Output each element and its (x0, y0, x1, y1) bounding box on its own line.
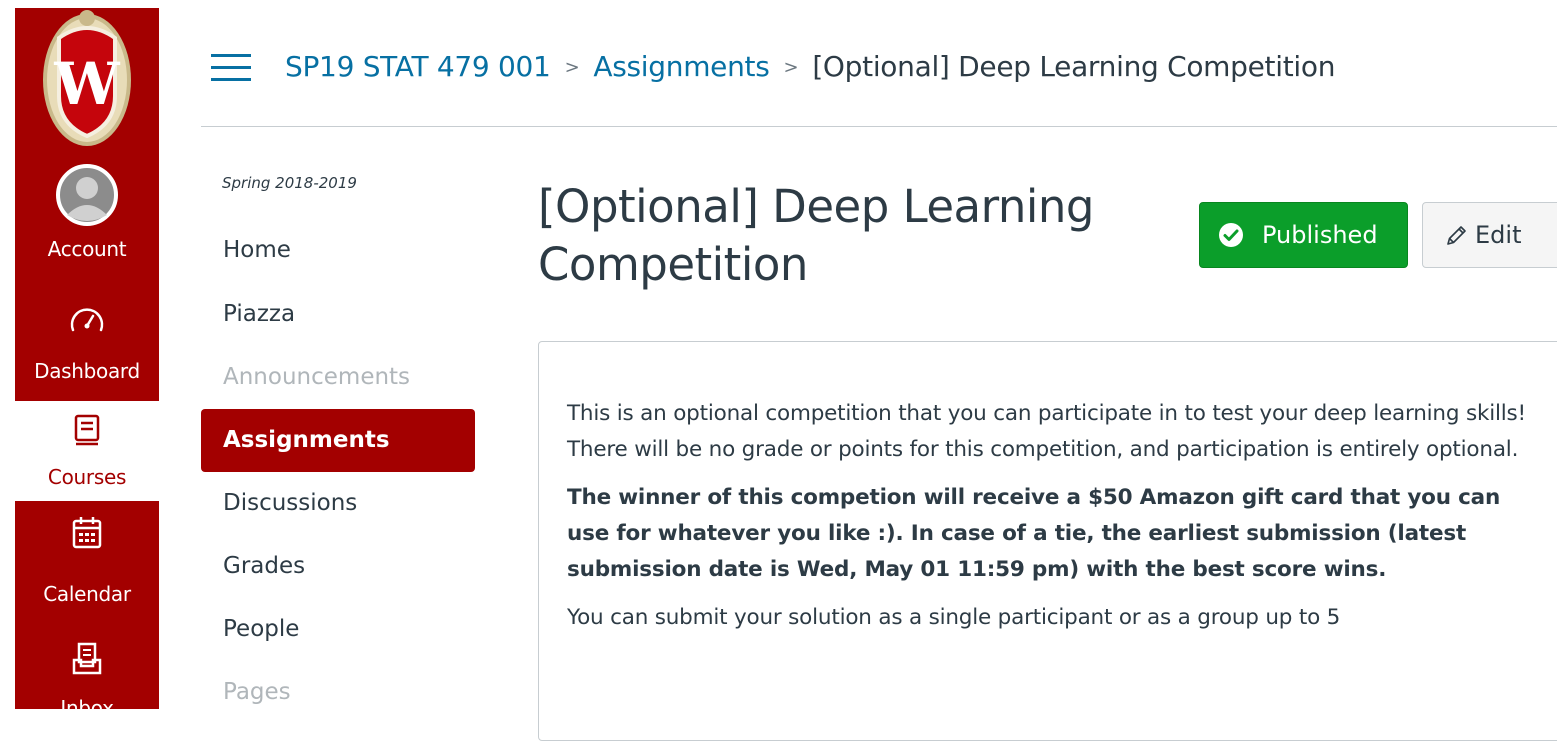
published-label: Published (1262, 221, 1378, 249)
global-nav-courses-label: Courses (47, 465, 127, 489)
university-logo[interactable]: W (39, 8, 135, 148)
global-nav-courses[interactable]: Courses (15, 408, 159, 498)
global-nav-inbox-label: Inbox (60, 696, 114, 720)
book-icon (74, 414, 100, 446)
hamburger-icon (211, 54, 251, 81)
breadcrumb-assignments-link[interactable]: Assignments (593, 50, 769, 83)
description-paragraph: This is an optional competition that you… (567, 401, 1526, 462)
global-nav-dashboard-label: Dashboard (34, 359, 140, 383)
course-nav-pages[interactable]: Pages (201, 661, 475, 724)
inbox-icon (72, 642, 102, 675)
global-nav-inbox[interactable]: Inbox (15, 618, 159, 720)
user-avatar-icon (56, 164, 118, 226)
global-nav: W Account Dashboard Courses Calendar Inb… (15, 8, 159, 720)
breadcrumb-course-link[interactable]: SP19 STAT 479 001 (285, 50, 551, 83)
global-nav-account[interactable]: Account (15, 163, 159, 273)
course-nav-grades[interactable]: Grades (201, 535, 475, 598)
global-nav-calendar[interactable]: Calendar (15, 508, 159, 608)
pencil-icon (1445, 223, 1469, 247)
edit-label: Edit (1475, 221, 1522, 249)
edit-button[interactable]: Edit (1422, 202, 1557, 268)
global-nav-calendar-label: Calendar (43, 582, 131, 606)
course-nav-people[interactable]: People (201, 598, 475, 661)
calendar-icon (72, 517, 102, 549)
page-title: [Optional] Deep Learning Competition (538, 180, 1094, 291)
course-nav-piazza[interactable]: Piazza (201, 283, 475, 346)
course-nav-discussions[interactable]: Discussions (201, 472, 475, 535)
crest-icon: W (43, 10, 131, 146)
assignment-description: This is an optional competition that you… (567, 396, 1542, 648)
course-nav-assignments[interactable]: Assignments (201, 409, 475, 472)
breadcrumb-separator: > (783, 56, 799, 78)
hamburger-menu-button[interactable] (211, 53, 251, 83)
global-nav-dashboard[interactable]: Dashboard (15, 298, 159, 398)
breadcrumb: SP19 STAT 479 001 > Assignments > [Optio… (285, 44, 1335, 88)
course-nav-announcements[interactable]: Announcements (201, 346, 475, 409)
breadcrumb-separator: > (564, 56, 580, 78)
check-circle-icon (1218, 222, 1244, 248)
svg-text:W: W (53, 50, 120, 118)
description-paragraph: You can submit your solution as a single… (567, 605, 1341, 630)
header-divider (201, 126, 1557, 127)
course-term: Spring 2018-2019 (222, 174, 357, 192)
course-nav-home[interactable]: Home (201, 219, 475, 282)
global-nav-account-label: Account (47, 237, 127, 261)
speedometer-icon (70, 308, 104, 332)
description-paragraph-bold: The winner of this competion will receiv… (567, 485, 1501, 582)
published-button[interactable]: Published (1199, 202, 1408, 268)
breadcrumb-current: [Optional] Deep Learning Competition (812, 49, 1336, 83)
